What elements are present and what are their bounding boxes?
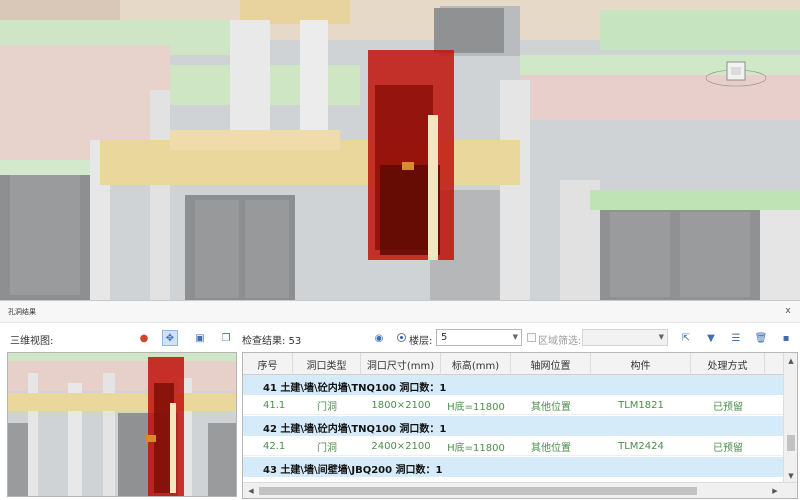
region-filter-checkbox[interactable] bbox=[527, 333, 536, 342]
group-row[interactable]: 43 土建\墙\间壁墙\JBQ200 洞口数：1 bbox=[243, 457, 783, 477]
scroll-left-icon[interactable]: ◀ bbox=[245, 485, 257, 497]
col-elevation[interactable]: 标高(mm) bbox=[441, 353, 511, 375]
scroll-thumb[interactable] bbox=[259, 487, 697, 495]
toolbar: 三维视图: ● ✥ ▣ ❐ 检查结果: 53 ◉ 楼层: 5 ▼ 区域筛选: ▼… bbox=[0, 324, 800, 350]
table-row[interactable]: 42.1 门洞 2400×2100 H底=11800 其他位置 TLM2424 … bbox=[243, 436, 783, 456]
select-icon[interactable]: ▣ bbox=[192, 330, 208, 346]
scroll-right-icon[interactable]: ▶ bbox=[769, 485, 781, 497]
fit-view-icon[interactable]: ✥ bbox=[162, 330, 178, 346]
mini-3d-view[interactable] bbox=[7, 352, 237, 497]
chevron-down-icon: ▼ bbox=[658, 333, 664, 341]
export-icon[interactable]: ⇱ bbox=[678, 330, 694, 346]
cell-axis-position: 其他位置 bbox=[531, 401, 571, 413]
col-index[interactable]: 序号 bbox=[243, 353, 293, 375]
panel-title: 孔洞结果 bbox=[8, 308, 36, 316]
vertical-scrollbar[interactable]: ▲ ▼ bbox=[783, 353, 797, 484]
col-component[interactable]: 构件 bbox=[591, 353, 691, 375]
col-hole-type[interactable]: 洞口类型 bbox=[293, 353, 361, 375]
group-row[interactable]: 41 土建\墙\砼内墙\TNQ100 洞口数：1 bbox=[243, 375, 783, 395]
floor-label: 楼层: bbox=[409, 336, 433, 347]
floor-select[interactable]: 5 ▼ bbox=[436, 329, 522, 346]
cell-hole-size: 1800×2100 bbox=[371, 399, 431, 411]
delete-icon[interactable]: 🗑 bbox=[753, 330, 769, 346]
panel-titlebar: 孔洞结果 x bbox=[0, 301, 800, 323]
color-icon[interactable]: ● bbox=[136, 330, 152, 346]
chevron-down-icon: ▼ bbox=[512, 333, 518, 341]
cell-elevation: H底=11800 bbox=[447, 401, 505, 413]
cell-handling: 已预留 bbox=[713, 442, 743, 454]
eye-icon[interactable]: ◉ bbox=[371, 330, 387, 346]
check-result-count: 检查结果: 53 bbox=[242, 336, 302, 347]
scroll-thumb[interactable] bbox=[787, 435, 795, 451]
cell-elevation: H底=11800 bbox=[447, 442, 505, 454]
scroll-up-icon[interactable]: ▲ bbox=[784, 355, 797, 367]
save-icon[interactable]: ▪ bbox=[778, 330, 794, 346]
region-filter-label: 区域筛选: bbox=[538, 336, 582, 347]
3d-view-label: 三维视图: bbox=[10, 336, 54, 347]
cell-component: TLM2424 bbox=[618, 440, 664, 452]
cell-hole-type: 门洞 bbox=[317, 442, 337, 454]
col-handling[interactable]: 处理方式 bbox=[691, 353, 765, 375]
col-hole-size[interactable]: 洞口尺寸(mm) bbox=[361, 353, 441, 375]
group-row[interactable]: 42 土建\墙\砼内墙\TNQ100 洞口数：1 bbox=[243, 416, 783, 436]
cell-hole-size: 2400×2100 bbox=[371, 440, 431, 452]
app-root: 孔洞结果 x 三维视图: ● ✥ ▣ ❐ 检查结果: 53 ◉ 楼层: 5 ▼ … bbox=[0, 0, 800, 500]
3d-viewport[interactable] bbox=[0, 0, 800, 300]
region-select[interactable]: ▼ bbox=[582, 329, 668, 346]
building-model bbox=[0, 0, 800, 300]
floor-select-value: 5 bbox=[441, 332, 448, 343]
scroll-down-icon[interactable]: ▼ bbox=[784, 470, 797, 482]
table-body: 41 土建\墙\砼内墙\TNQ100 洞口数：1 41.1 门洞 1800×21… bbox=[243, 375, 783, 479]
table-row[interactable]: 41.1 门洞 1800×2100 H底=11800 其他位置 TLM1821 … bbox=[243, 395, 783, 415]
cell-hole-type: 门洞 bbox=[317, 401, 337, 413]
floor-radio[interactable] bbox=[397, 333, 406, 342]
cell-index: 41.1 bbox=[263, 399, 286, 411]
col-axis-position[interactable]: 轴网位置 bbox=[511, 353, 591, 375]
cell-component: TLM1821 bbox=[618, 399, 664, 411]
horizontal-scrollbar[interactable]: ◀ ▶ bbox=[243, 482, 797, 498]
close-icon[interactable]: x bbox=[782, 305, 794, 317]
results-table: 序号 洞口类型 洞口尺寸(mm) 标高(mm) 轴网位置 构件 处理方式 41 … bbox=[242, 352, 798, 499]
filter-icon[interactable]: ▼ bbox=[703, 330, 719, 346]
table-header: 序号 洞口类型 洞口尺寸(mm) 标高(mm) 轴网位置 构件 处理方式 bbox=[243, 353, 783, 375]
hole-results-panel: 孔洞结果 x 三维视图: ● ✥ ▣ ❐ 检查结果: 53 ◉ 楼层: 5 ▼ … bbox=[0, 300, 800, 500]
cell-handling: 已预留 bbox=[713, 401, 743, 413]
mini-building-model bbox=[8, 353, 236, 496]
copy-icon[interactable]: ❐ bbox=[218, 330, 234, 346]
cell-axis-position: 其他位置 bbox=[531, 442, 571, 454]
cell-index: 42.1 bbox=[263, 440, 286, 452]
list-icon[interactable]: ☰ bbox=[728, 330, 744, 346]
